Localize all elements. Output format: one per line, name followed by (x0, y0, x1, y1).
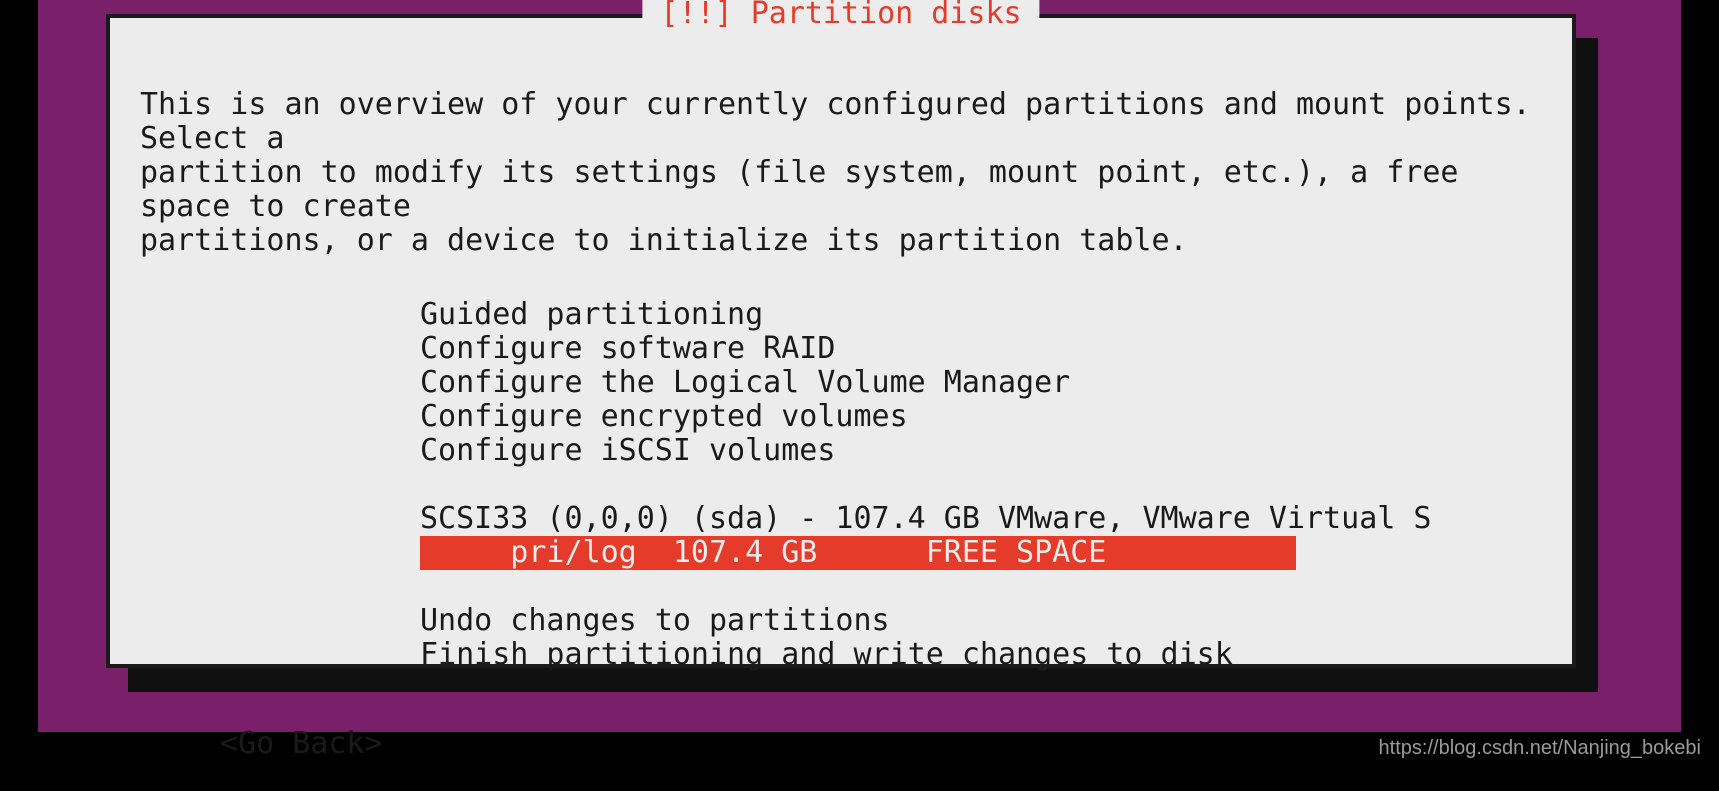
menu-undo-changes[interactable]: Undo changes to partitions (420, 604, 1542, 638)
menu-configure-iscsi[interactable]: Configure iSCSI volumes (420, 434, 1542, 468)
menu-configure-lvm[interactable]: Configure the Logical Volume Manager (420, 366, 1542, 400)
menu-finish-partitioning[interactable]: Finish partitioning and write changes to… (420, 638, 1542, 672)
menu-disk-sda[interactable]: SCSI33 (0,0,0) (sda) - 107.4 GB VMware, … (420, 502, 1542, 536)
dialog-body: This is an overview of your currently co… (110, 18, 1572, 791)
partition-dialog: [!!] Partition disks This is an overview… (106, 14, 1576, 668)
menu-spacer-2 (420, 570, 1542, 604)
screen-background: [!!] Partition disks This is an overview… (0, 0, 1719, 770)
installer-frame: [!!] Partition disks This is an overview… (38, 0, 1681, 732)
menu-guided-partitioning[interactable]: Guided partitioning (420, 298, 1542, 332)
menu-configure-raid[interactable]: Configure software RAID (420, 332, 1542, 366)
go-back-button[interactable]: <Go Back> (220, 727, 1542, 761)
dialog-title: [!!] Partition disks (642, 0, 1039, 31)
watermark-text: https://blog.csdn.net/Nanjing_bokebi (1379, 737, 1701, 760)
partition-menu: Guided partitioning Configure software R… (420, 298, 1542, 672)
menu-configure-encrypted[interactable]: Configure encrypted volumes (420, 400, 1542, 434)
menu-free-space[interactable]: pri/log 107.4 GB FREE SPACE (420, 536, 1296, 570)
dialog-description: This is an overview of your currently co… (140, 88, 1542, 258)
menu-spacer (420, 468, 1542, 502)
